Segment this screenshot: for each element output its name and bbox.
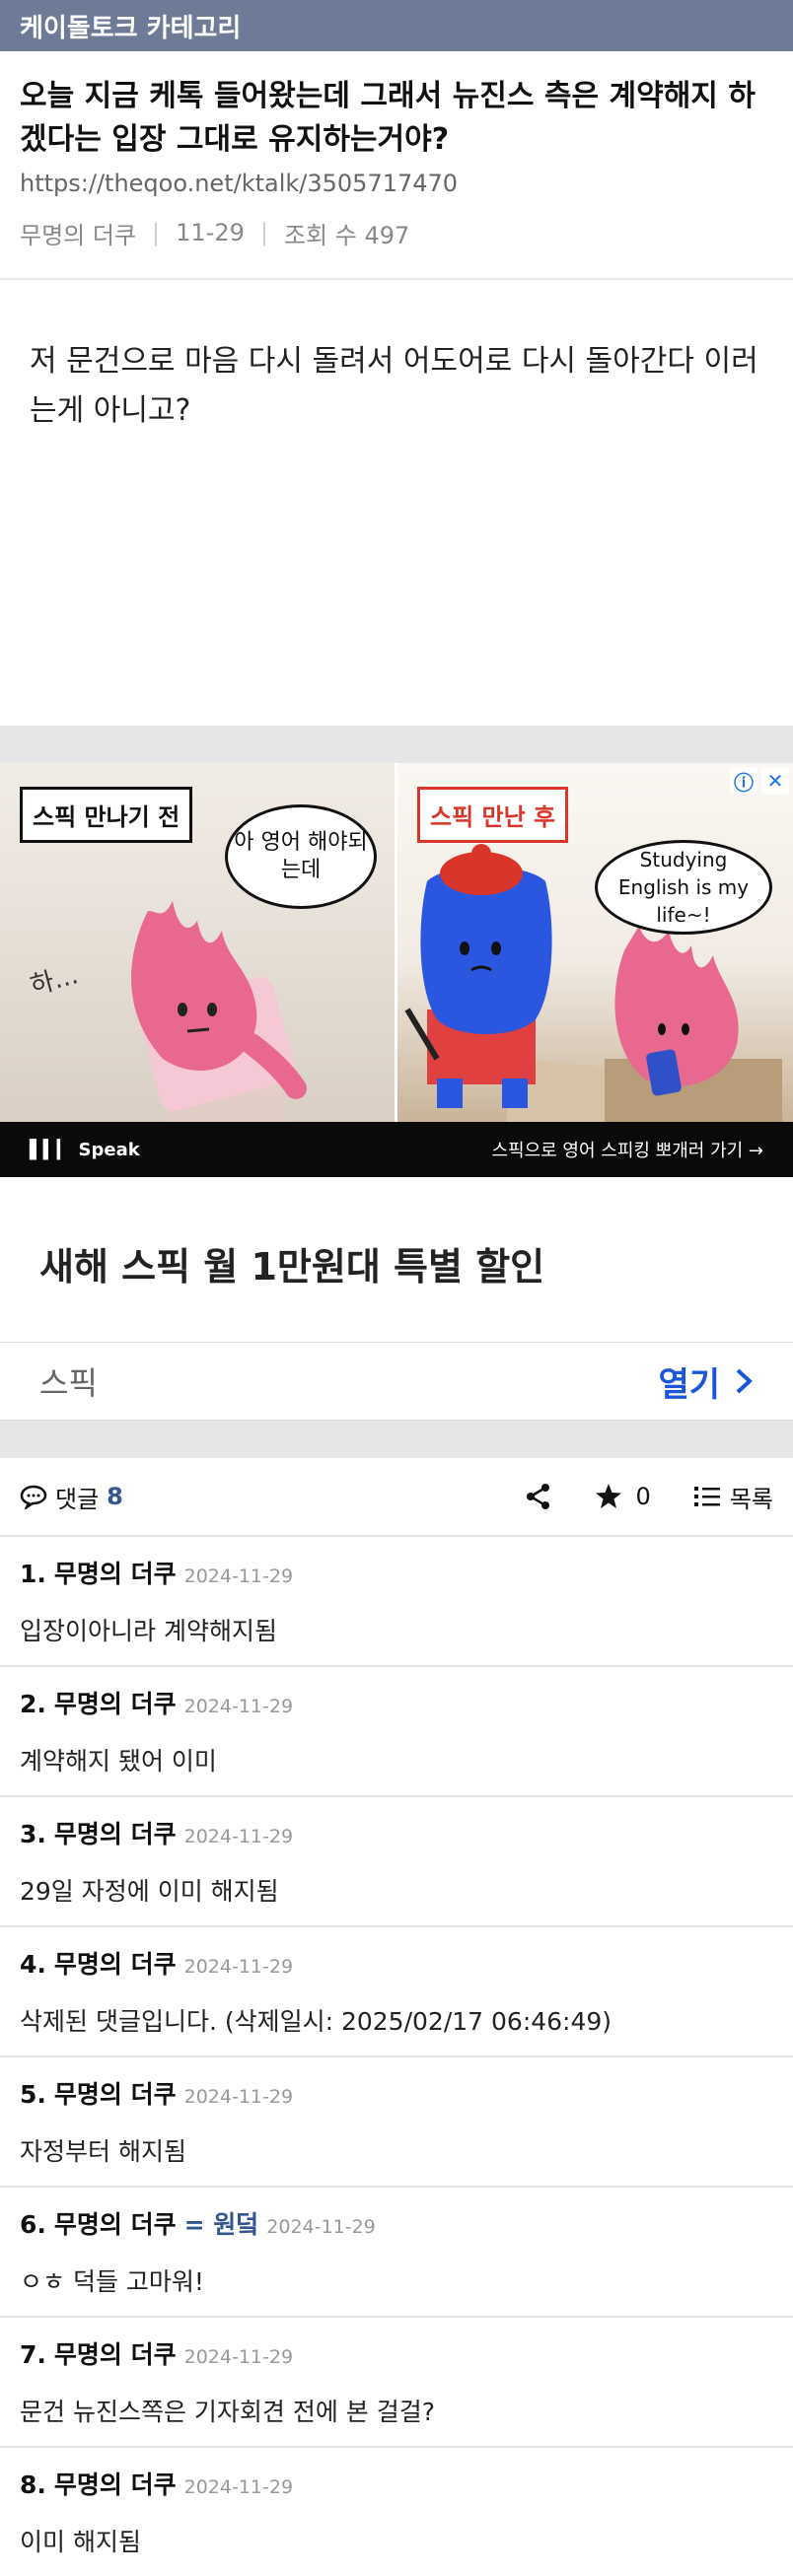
- comment-date: 2024-11-29: [183, 1826, 294, 1847]
- ad-panel-before: 스픽 만나기 전 아 영어 해야되는데 하...: [0, 763, 395, 1122]
- comment-date: 2024-11-29: [183, 1566, 294, 1587]
- comment-text: 자정부터 해지됨: [20, 2137, 186, 2166]
- share-icon[interactable]: [526, 1483, 551, 1510]
- post-date: 11-29: [176, 219, 245, 246]
- speak-logo: ▌▍▎ Speak: [30, 1140, 140, 1160]
- post-url[interactable]: https://theqoo.net/ktalk/3505717470: [20, 170, 773, 197]
- ad-after-tag: 스픽 만난 후: [417, 787, 569, 843]
- chevron-right-icon: [736, 1368, 753, 1394]
- author-badge: = 원덬: [183, 2210, 259, 2239]
- comment-text: ㅇㅎ 덕들 고마워!: [20, 2267, 204, 2296]
- comment-item: 3. 무명의 더쿠 2024-11-29 29일 자정에 이미 해지됨: [0, 1795, 793, 1925]
- post-views: 조회 수 497: [283, 221, 410, 249]
- ad-image-footer: ▌▍▎ Speak 스픽으로 영어 스피킹 뽀개러 가기 →: [0, 1122, 793, 1177]
- comment-header: 1. 무명의 더쿠 2024-11-29: [20, 1555, 773, 1590]
- ad-controls: ⓘ ✕: [730, 767, 789, 795]
- comment-header: 4. 무명의 더쿠 2024-11-29: [20, 1945, 773, 1981]
- comment-count-value: 8: [107, 1483, 123, 1510]
- comment-author[interactable]: 무명의 더쿠: [54, 1815, 177, 1850]
- comment-date: 2024-11-29: [183, 2086, 294, 2108]
- comment-header: 5. 무명의 더쿠 2024-11-29: [20, 2075, 773, 2111]
- list-label: 목록: [729, 1485, 773, 1513]
- comment-date: 2024-11-29: [183, 2476, 294, 2498]
- ad-bottom-bar: 스픽 열기: [0, 1343, 793, 1420]
- comment-count[interactable]: 댓글 8: [20, 1480, 123, 1514]
- comment-header: 7. 무명의 더쿠 2024-11-29: [20, 2335, 773, 2371]
- ad-close-icon[interactable]: ✕: [761, 767, 789, 795]
- ad-footer-cta[interactable]: 스픽으로 영어 스피킹 뽀개러 가기 →: [491, 1137, 763, 1162]
- comment-item: 1. 무명의 더쿠 2024-11-29 입장이아니라 계약해지됨: [0, 1535, 793, 1665]
- star-button[interactable]: 0: [595, 1483, 651, 1510]
- comment-number: 7.: [20, 2340, 46, 2369]
- speak-wave-icon: ▌▍▎: [30, 1139, 71, 1160]
- comment-author[interactable]: 무명의 더쿠: [54, 2335, 177, 2371]
- comment-label: 댓글: [55, 1485, 100, 1513]
- comment-date: 2024-11-29: [183, 2346, 294, 2368]
- list-button[interactable]: 목록: [693, 1480, 773, 1514]
- comment-number: 5.: [20, 2080, 46, 2109]
- comment-list: 1. 무명의 더쿠 2024-11-29 입장이아니라 계약해지됨 2. 무명의 더쿠 20…: [0, 1535, 793, 2576]
- comment-number: 8.: [20, 2471, 46, 2499]
- comment-text: 이미 해지됨: [20, 2528, 141, 2556]
- ad-brand-name: 스픽: [39, 1364, 98, 1402]
- comment-date: 2024-11-29: [266, 2216, 376, 2238]
- comment-author[interactable]: 무명의 더쿠: [54, 1685, 177, 1720]
- comment-date: 2024-11-29: [183, 1956, 294, 1978]
- comment-number: 2.: [20, 1690, 46, 1718]
- section-divider: [0, 1421, 793, 1458]
- comment-text: 입장이아니라 계약해지됨: [20, 1617, 277, 1645]
- comment-author[interactable]: 무명의 더쿠: [54, 2205, 177, 2241]
- ad-before-tag: 스픽 만나기 전: [20, 787, 193, 843]
- comment-header: 8. 무명의 더쿠 2024-11-29: [20, 2466, 773, 2501]
- comment-text: 삭제된 댓글입니다. (삭제일시: 2025/02/17 06:46:49): [20, 2007, 613, 2036]
- comment-header: 6. 무명의 더쿠 = 원덬 2024-11-29: [20, 2205, 773, 2241]
- list-icon: [693, 1487, 720, 1506]
- comment-number: 4.: [20, 1950, 46, 1979]
- comment-author[interactable]: 무명의 더쿠: [54, 1555, 177, 1590]
- comment-text: 문건 뉴진스쪽은 기자회견 전에 본 걸걸?: [20, 2398, 436, 2426]
- meta-divider: |: [259, 219, 268, 246]
- ad-open-label: 열기: [658, 1364, 720, 1405]
- adchoices-info-icon[interactable]: ⓘ: [730, 767, 757, 795]
- ad-before-bubble: 아 영어 해야되는데: [225, 804, 377, 909]
- comment-author[interactable]: 무명의 더쿠: [54, 1945, 177, 1981]
- comment-actions: 0 목록: [526, 1480, 773, 1514]
- star-count: 0: [635, 1483, 651, 1510]
- ad-open-button[interactable]: 열기: [658, 1358, 754, 1406]
- category-header[interactable]: 케이돌토크 카테고리: [0, 0, 793, 51]
- comment-date: 2024-11-29: [183, 1696, 294, 1717]
- comment-header: 3. 무명의 더쿠 2024-11-29: [20, 1815, 773, 1850]
- post-body: 저 문건으로 마음 다시 돌려서 어도어로 다시 돌아간다 이러는게 아니고?: [30, 344, 758, 428]
- speech-bubble-icon: [20, 1485, 47, 1509]
- comment-number: 6.: [20, 2210, 46, 2239]
- comment-number: 3.: [20, 1820, 46, 1848]
- comment-author[interactable]: 무명의 더쿠: [54, 2466, 177, 2501]
- post-title: 오늘 지금 케톡 들어왔는데 그래서 뉴진스 측은 계약해지 하겠다는 입장 그…: [20, 79, 756, 157]
- ad-after-bubble: Studying English is my life~!: [595, 840, 772, 935]
- comment-header: 2. 무명의 더쿠 2024-11-29: [20, 1685, 773, 1720]
- post-author: 무명의 더쿠: [20, 221, 137, 249]
- speak-logo-text: Speak: [78, 1139, 140, 1160]
- comment-item: 7. 무명의 더쿠 2024-11-29 문건 뉴진스쪽은 기자회견 전에 본 걸걸?: [0, 2316, 793, 2446]
- comment-text: 29일 자정에 이미 해지됨: [20, 1877, 279, 1906]
- comment-item: 8. 무명의 더쿠 2024-11-29 이미 해지됨: [0, 2446, 793, 2576]
- ad-banner-image[interactable]: 스픽 만나기 전 아 영어 해야되는데 하... 스픽 만난 후 Studyin…: [0, 763, 793, 1177]
- star-icon: [595, 1484, 621, 1508]
- ad-panel-after: 스픽 만난 후 Studying English is my life~!: [397, 763, 793, 1122]
- ad-headline[interactable]: 새해 스픽 월 1만원대 특별 할인: [0, 1177, 793, 1343]
- comment-item: 2. 무명의 더쿠 2024-11-29 계약해지 됐어 이미: [0, 1665, 793, 1795]
- comment-author[interactable]: 무명의 더쿠: [54, 2075, 177, 2111]
- comment-number: 1.: [20, 1560, 46, 1588]
- comment-toolbar: 댓글 8 0 목록: [0, 1458, 793, 1535]
- category-title: 케이돌토크 카테고리: [20, 13, 242, 43]
- section-divider: [0, 726, 793, 763]
- comment-item: 4. 무명의 더쿠 2024-11-29 삭제된 댓글입니다. (삭제일시: 2025…: [0, 1925, 793, 2055]
- meta-divider: |: [152, 219, 161, 246]
- comment-item: 6. 무명의 더쿠 = 원덬 2024-11-29 ㅇㅎ 덕들 고마워!: [0, 2186, 793, 2316]
- comment-text: 계약해지 됐어 이미: [20, 1747, 217, 1775]
- post-meta: 무명의 더쿠 | 11-29 | 조회 수 497: [20, 213, 773, 252]
- post-header: 오늘 지금 케톡 들어왔는데 그래서 뉴진스 측은 계약해지 하겠다는 입장 그…: [0, 51, 793, 252]
- advertisement[interactable]: 스픽 만나기 전 아 영어 해야되는데 하... 스픽 만난 후 Studyin…: [0, 763, 793, 1421]
- comment-item: 5. 무명의 더쿠 2024-11-29 자정부터 해지됨: [0, 2055, 793, 2186]
